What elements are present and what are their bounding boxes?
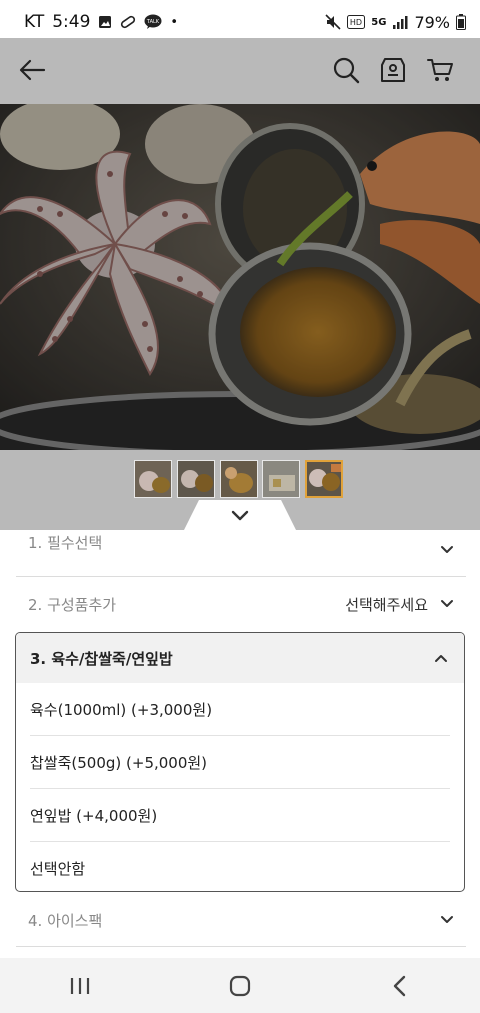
- seafood-photo: [0, 104, 480, 450]
- chevron-up-icon: [435, 655, 447, 662]
- signal-icon: [392, 15, 408, 29]
- arrow-left-icon: [19, 59, 46, 81]
- option-2-value: 선택해주세요: [345, 595, 428, 614]
- talk-icon: TALK: [144, 14, 162, 30]
- option-4-row[interactable]: 4. 아이스팩: [16, 896, 466, 944]
- chevron-down-icon: [441, 546, 453, 553]
- thumbnail-1[interactable]: [134, 460, 172, 498]
- network-label: 5G: [371, 16, 387, 28]
- notification-dot: •: [170, 14, 179, 30]
- chevron-down-icon: [441, 600, 453, 607]
- option-2-row[interactable]: 2. 구성품추가 선택해주세요: [16, 580, 466, 628]
- option-3-label: 3. 육수/찹쌀죽/연잎밥: [30, 649, 173, 668]
- system-nav-bar: [0, 958, 480, 1013]
- option-3-choice-broth[interactable]: 육수(1000ml) (+3,000원): [30, 683, 450, 736]
- cart-button[interactable]: [422, 52, 458, 88]
- divider: [16, 946, 466, 947]
- chevron-left-icon: [393, 975, 406, 996]
- recent-apps-icon: [70, 977, 90, 994]
- home-icon: [229, 975, 251, 996]
- divider: [16, 576, 466, 577]
- search-icon: [333, 57, 360, 84]
- option-2-label: 2. 구성품추가: [28, 595, 117, 614]
- store-icon: [381, 58, 405, 82]
- carrier-label: KT: [24, 12, 45, 32]
- chevron-down-icon: [231, 510, 249, 521]
- pill-icon: [120, 15, 136, 29]
- option-3-choice-lotus-rice[interactable]: 연잎밥 (+4,000원): [30, 789, 450, 842]
- option-4-label: 4. 아이스팩: [28, 911, 103, 930]
- thumbnail-4[interactable]: [262, 460, 300, 498]
- chevron-down-icon: [441, 916, 453, 923]
- search-button[interactable]: [328, 52, 364, 88]
- option-3-choice-porridge[interactable]: 찹쌀죽(500g) (+5,000원): [30, 736, 450, 789]
- home-button[interactable]: [210, 966, 270, 1006]
- option-3-dropdown: 3. 육수/찹쌀죽/연잎밥 육수(1000ml) (+3,000원) 찹쌀죽(5…: [15, 632, 465, 892]
- battery-icon: [456, 14, 466, 30]
- store-button[interactable]: [375, 52, 411, 88]
- option-1-row[interactable]: 1. 필수선택: [16, 532, 466, 568]
- hd-label: HD: [350, 18, 362, 27]
- app-bar: [0, 38, 480, 104]
- option-3-choice-none[interactable]: 선택안함: [30, 842, 450, 891]
- talk-icon-label: TALK: [146, 19, 160, 25]
- back-nav-button[interactable]: [370, 966, 430, 1006]
- thumbnail-2[interactable]: [177, 460, 215, 498]
- cart-icon: [427, 59, 453, 81]
- product-image[interactable]: [0, 104, 480, 450]
- thumbnail-5-selected[interactable]: [305, 460, 343, 498]
- time-label: 5:49: [52, 12, 91, 32]
- recent-apps-button[interactable]: [50, 966, 110, 1006]
- thumbnail-3[interactable]: [220, 460, 258, 498]
- mute-icon: [325, 14, 341, 30]
- collapse-sheet-button[interactable]: [183, 500, 297, 532]
- back-button[interactable]: [14, 52, 50, 88]
- option-3-header[interactable]: 3. 육수/찹쌀죽/연잎밥: [16, 633, 464, 683]
- battery-percent: 79%: [414, 12, 450, 32]
- hd-badge: HD: [347, 15, 366, 29]
- option-1-label: 1. 필수선택: [28, 533, 103, 552]
- gallery-icon: [98, 15, 112, 29]
